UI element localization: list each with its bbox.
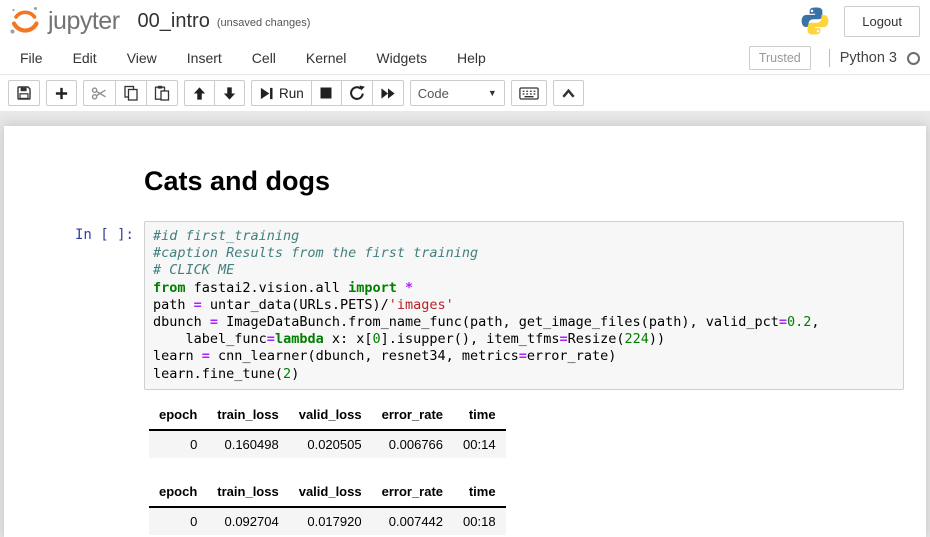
python-logo-icon [800,6,830,36]
markdown-prompt-spacer [4,166,144,172]
collapse-toolbar-button[interactable] [553,80,584,106]
kernel-name: Python 3 [840,50,897,66]
training-results-table-1: epochtrain_lossvalid_losserror_ratetime0… [149,402,506,458]
command-palette-button[interactable] [511,80,547,106]
menu-item-cell[interactable]: Cell [237,42,291,74]
restart-icon [349,85,365,101]
code-line: label_func=lambda x: x[0].isupper(), ite… [153,331,895,348]
notebook-page: Cats and dogs In [ ]: #id first_training… [4,126,926,537]
chevron-up-icon [561,87,576,100]
table-header-train_loss: train_loss [207,479,288,507]
jupyter-wordmark: jupyter [48,7,120,36]
run-button-label: Run [279,86,304,101]
menu-item-insert[interactable]: Insert [172,42,237,74]
move-up-icon [192,86,207,101]
paste-icon [154,85,170,101]
logout-button[interactable]: Logout [844,6,920,37]
jupyter-logo[interactable]: jupyter [8,4,120,38]
menu-bar-items: FileEditViewInsertCellKernelWidgetsHelp [10,42,501,74]
restart-kernel-button[interactable] [341,80,373,106]
code-line: #caption Results from the first training [153,245,895,262]
copy-icon [123,85,139,101]
kernel-separator [829,49,830,67]
kernel-idle-indicator-icon [907,52,920,65]
table-header-valid_loss: valid_loss [289,402,372,430]
table-header-time: time [453,479,506,507]
markdown-cell[interactable]: Cats and dogs [4,166,926,197]
jupyter-logo-icon [8,4,42,38]
move-cell-up-button[interactable] [184,80,215,106]
restart-run-all-button[interactable] [372,80,404,106]
save-button[interactable] [8,80,40,106]
code-line: # CLICK ME [153,262,895,279]
checkpoint-status: (unsaved changes) [217,17,311,29]
table-header-train_loss: train_loss [207,402,288,430]
chevron-down-icon: ▼ [488,88,497,98]
code-editor[interactable]: #id first_training#caption Results from … [144,221,904,390]
notebook-background: Cats and dogs In [ ]: #id first_training… [0,111,930,537]
table-row: 00.0927040.0179200.00744200:18 [149,507,506,535]
trusted-badge[interactable]: Trusted [749,46,811,70]
table-header-time: time [453,402,506,430]
keyboard-icon [519,86,539,101]
add-cell-button[interactable] [46,80,77,106]
table-header-epoch: epoch [149,479,207,507]
move-cell-down-button[interactable] [214,80,245,106]
code-line: #id first_training [153,228,895,245]
run-icon [259,86,274,101]
move-down-icon [222,86,237,101]
notebook-title[interactable]: 00_intro [138,10,210,33]
code-line: learn = cnn_learner(dbunch, resnet34, me… [153,348,895,365]
code-line: path = untar_data(URLs.PETS)/'images' [153,297,895,314]
paste-cell-button[interactable] [146,80,178,106]
code-cell: In [ ]: #id first_training#caption Resul… [4,221,926,390]
cell-type-value: Code [418,86,449,101]
training-results-table-2: epochtrain_lossvalid_losserror_ratetime0… [149,479,506,537]
table-row: 00.1604980.0205050.00676600:14 [149,430,506,458]
cut-icon [91,86,108,101]
table-header-error_rate: error_rate [372,479,453,507]
code-line: learn.fine_tune(2) [153,366,895,383]
stop-icon [319,86,333,100]
toolbar: Run Code ▼ [0,75,930,112]
restart-run-all-icon [380,86,396,101]
header: jupyter 00_intro (unsaved changes) Logou… [0,0,930,42]
cut-cell-button[interactable] [83,80,116,106]
interrupt-kernel-button[interactable] [311,80,342,106]
menu-item-view[interactable]: View [112,42,172,74]
table-header-epoch: epoch [149,402,207,430]
menu-item-widgets[interactable]: Widgets [361,42,442,74]
output-area: epochtrain_lossvalid_losserror_ratetime0… [144,402,926,537]
save-icon [16,85,32,101]
markdown-heading: Cats and dogs [144,166,330,197]
add-cell-icon [54,86,69,101]
menu-item-help[interactable]: Help [442,42,501,74]
code-line: from fastai2.vision.all import * [153,280,895,297]
menu-bar: FileEditViewInsertCellKernelWidgetsHelp … [0,42,930,75]
run-cell-button[interactable]: Run [251,80,312,106]
menu-item-file[interactable]: File [10,42,58,74]
copy-cell-button[interactable] [115,80,147,106]
menu-item-edit[interactable]: Edit [58,42,112,74]
cell-type-dropdown[interactable]: Code ▼ [410,80,505,106]
menu-item-kernel[interactable]: Kernel [291,42,361,74]
code-line: dbunch = ImageDataBunch.from_name_func(p… [153,314,895,331]
table-header-error_rate: error_rate [372,402,453,430]
table-header-valid_loss: valid_loss [289,479,372,507]
jupyter-notebook-window: jupyter 00_intro (unsaved changes) Logou… [0,0,930,537]
input-prompt: In [ ]: [4,221,144,243]
